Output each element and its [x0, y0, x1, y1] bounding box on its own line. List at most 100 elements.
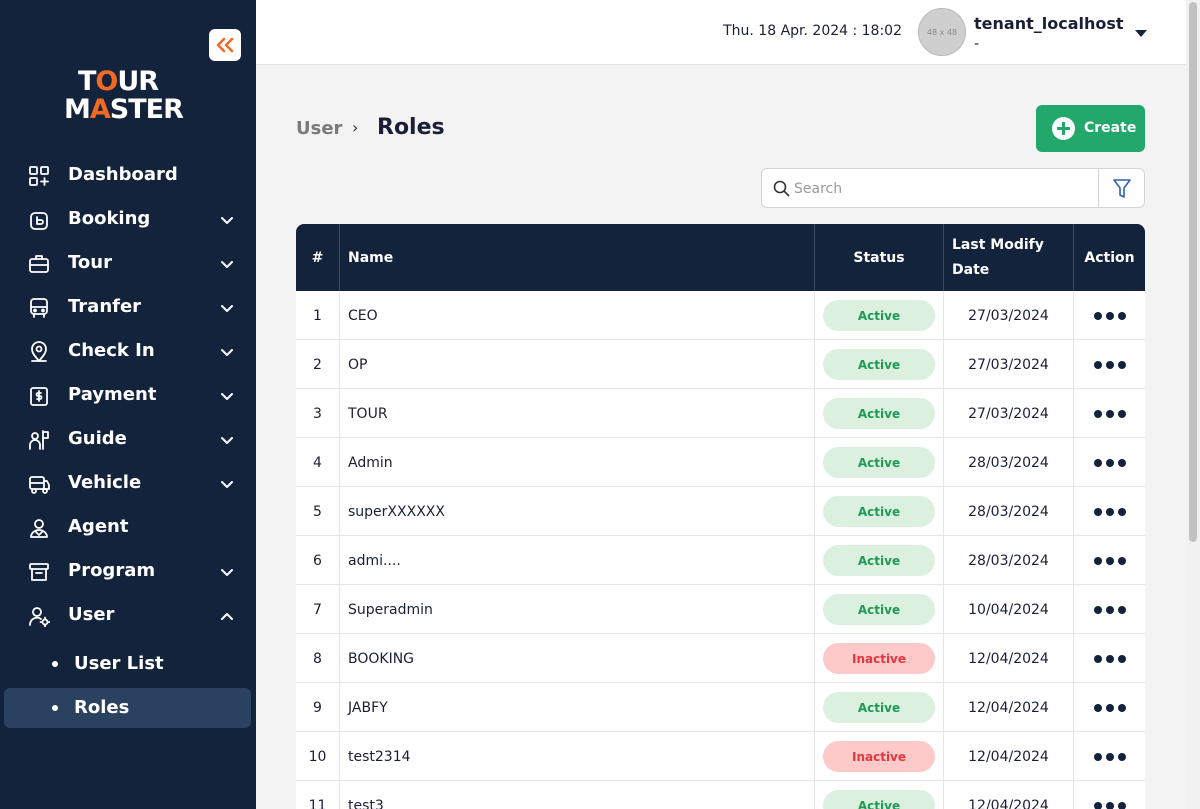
logo-line-1: TOUR	[78, 66, 159, 97]
cell-status: Active	[815, 683, 944, 732]
sidebar-item-label: Tranfer	[68, 296, 142, 317]
more-options-icon[interactable]	[1093, 605, 1126, 614]
page-title: Roles	[377, 115, 445, 140]
cell-action	[1074, 389, 1145, 438]
sidebar-item-label: Vehicle	[68, 472, 142, 493]
cell-name: test2314	[340, 732, 815, 781]
more-options-icon[interactable]	[1093, 409, 1126, 418]
cell-last-modify-date: 28/03/2024	[944, 438, 1074, 487]
cell-number: 5	[296, 487, 340, 536]
briefcase-icon	[29, 255, 49, 273]
double-chevron-left-icon	[216, 37, 234, 53]
cell-last-modify-date: 12/04/2024	[944, 732, 1074, 781]
sidebar-item-label: Dashboard	[68, 164, 178, 185]
column-header-name[interactable]: Name	[340, 224, 815, 291]
caret-down-icon[interactable]	[1134, 28, 1148, 38]
sidebar-item-tour[interactable]: Tour	[0, 242, 256, 286]
cell-action	[1074, 781, 1145, 809]
cell-name: admi....	[340, 536, 815, 585]
cell-name: test3	[340, 781, 815, 809]
table-row[interactable]: 1 CEO Active 27/03/2024	[296, 291, 1145, 340]
breadcrumb-parent[interactable]: User	[296, 118, 342, 139]
sidebar-item-check-in[interactable]: Check In	[0, 330, 256, 374]
search-box	[761, 168, 1099, 208]
cell-number: 10	[296, 732, 340, 781]
table-row[interactable]: 10 test2314 Inactive 12/04/2024	[296, 732, 1145, 781]
payment-icon	[30, 387, 48, 406]
cell-action	[1074, 291, 1145, 340]
sidebar-item-program[interactable]: Program	[0, 550, 256, 594]
cell-action	[1074, 585, 1145, 634]
cell-status: Active	[815, 536, 944, 585]
create-button[interactable]: Create	[1036, 105, 1145, 152]
create-button-label: Create	[1084, 120, 1137, 136]
cell-status: Active	[815, 438, 944, 487]
more-options-icon[interactable]	[1093, 360, 1126, 369]
status-badge: Active	[823, 349, 935, 380]
sidebar-item-label: Agent	[68, 516, 129, 537]
cell-number: 3	[296, 389, 340, 438]
search-input[interactable]	[794, 177, 1084, 201]
sidebar-item-label: Check In	[68, 340, 155, 361]
sidebar-item-booking[interactable]: Booking	[0, 198, 256, 242]
collapse-sidebar-button[interactable]	[209, 29, 241, 61]
plus-circle-icon	[1052, 117, 1075, 140]
tenant-name[interactable]: tenant_localhost	[974, 14, 1124, 33]
sidebar-subitem-user-list[interactable]: User List	[4, 644, 251, 684]
archive-icon	[29, 563, 49, 581]
scrollbar-thumb[interactable]	[1189, 2, 1197, 542]
table-row[interactable]: 8 BOOKING Inactive 12/04/2024	[296, 634, 1145, 683]
cell-action	[1074, 634, 1145, 683]
column-header-status[interactable]: Status	[815, 224, 944, 291]
more-options-icon[interactable]	[1093, 556, 1126, 565]
table-header: # Name Status Last Modify Date Action	[296, 224, 1145, 291]
cell-last-modify-date: 12/04/2024	[944, 634, 1074, 683]
tenant-subtitle: -	[974, 36, 980, 52]
more-options-icon[interactable]	[1093, 458, 1126, 467]
cell-number: 7	[296, 585, 340, 634]
table-row[interactable]: 5 superXXXXXX Active 28/03/2024	[296, 487, 1145, 536]
sidebar: TOUR MASTER Dashboard Booking Tour Tranf…	[0, 0, 256, 809]
cell-last-modify-date: 27/03/2024	[944, 389, 1074, 438]
table-row[interactable]: 7 Superadmin Active 10/04/2024	[296, 585, 1145, 634]
column-header-last-modify-date[interactable]: Last Modify Date	[944, 224, 1074, 291]
more-options-icon[interactable]	[1093, 801, 1126, 809]
more-options-icon[interactable]	[1093, 752, 1126, 761]
dashboard-icon	[29, 166, 49, 186]
sidebar-item-tranfer[interactable]: Tranfer	[0, 286, 256, 330]
column-header-action: Action	[1084, 249, 1135, 266]
sidebar-subitem-roles[interactable]: Roles	[4, 688, 251, 728]
sidebar-item-dashboard[interactable]: Dashboard	[0, 154, 256, 198]
cell-action	[1074, 340, 1145, 389]
top-bar: Thu. 18 Apr. 2024 : 18:02 48 x 48 tenant…	[256, 0, 1186, 65]
sidebar-item-guide[interactable]: Guide	[0, 418, 256, 462]
chevron-up-icon	[221, 613, 233, 620]
table-row[interactable]: 11 test3 Active 12/04/2024	[296, 781, 1145, 809]
avatar[interactable]: 48 x 48	[918, 8, 966, 56]
sidebar-item-vehicle[interactable]: Vehicle	[0, 462, 256, 506]
tour-master-logo[interactable]: TOUR MASTER	[64, 68, 192, 124]
table-row[interactable]: 4 Admin Active 28/03/2024	[296, 438, 1145, 487]
sidebar-item-payment[interactable]: Payment	[0, 374, 256, 418]
filter-button[interactable]	[1098, 168, 1145, 208]
more-options-icon[interactable]	[1093, 703, 1126, 712]
bus-icon	[30, 298, 48, 318]
more-options-icon[interactable]	[1093, 507, 1126, 516]
table-row[interactable]: 6 admi.... Active 28/03/2024	[296, 536, 1145, 585]
chevron-down-icon	[221, 569, 233, 576]
more-options-icon[interactable]	[1093, 311, 1126, 320]
table-row[interactable]: 2 OP Active 27/03/2024	[296, 340, 1145, 389]
status-badge: Active	[823, 398, 935, 429]
cell-number: 6	[296, 536, 340, 585]
search-icon	[773, 180, 790, 197]
table-row[interactable]: 9 JABFY Active 12/04/2024	[296, 683, 1145, 732]
sidebar-item-agent[interactable]: Agent	[0, 506, 256, 550]
table-row[interactable]: 3 TOUR Active 27/03/2024	[296, 389, 1145, 438]
breadcrumb-separator: ›	[352, 118, 359, 137]
user-settings-icon	[29, 607, 50, 627]
page-scrollbar[interactable]	[1186, 0, 1200, 809]
cell-status: Active	[815, 340, 944, 389]
more-options-icon[interactable]	[1093, 654, 1126, 663]
cell-last-modify-date: 12/04/2024	[944, 781, 1074, 809]
sidebar-item-user[interactable]: User	[0, 594, 256, 638]
